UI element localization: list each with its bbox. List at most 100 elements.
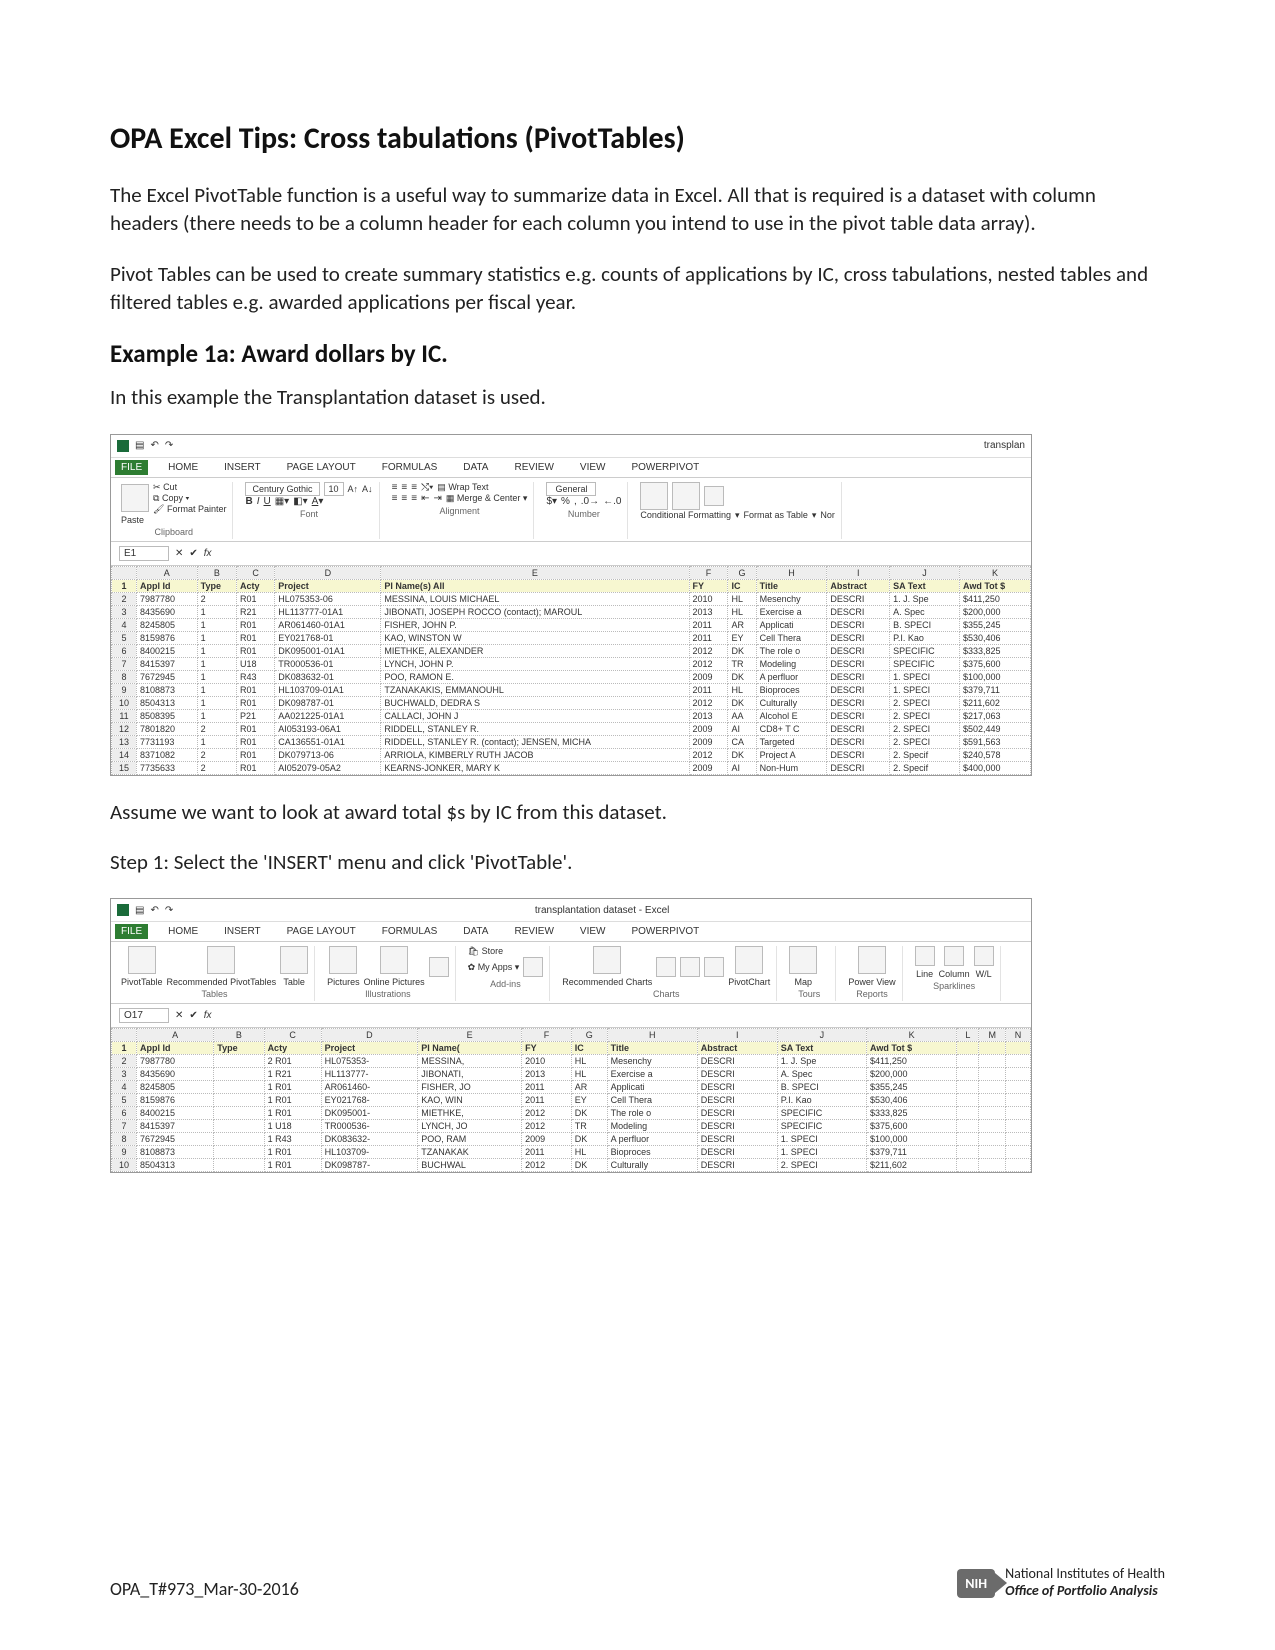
cell[interactable]: 8504313	[137, 1159, 214, 1172]
cell[interactable]: DK	[571, 1159, 607, 1172]
cell[interactable]: $379,711	[960, 683, 1031, 696]
col-header[interactable]: G	[728, 566, 756, 579]
cell[interactable]: AA021225-01A1	[275, 709, 381, 722]
table-icon[interactable]	[280, 946, 308, 974]
cell[interactable]: EY021768-01	[275, 631, 381, 644]
col-header[interactable]: E	[381, 566, 689, 579]
cell[interactable]	[214, 1107, 264, 1120]
cell[interactable]	[1006, 1159, 1031, 1172]
cell[interactable]: FISHER, JO	[418, 1081, 522, 1094]
cell[interactable]: TR000536-01	[275, 657, 381, 670]
row-number[interactable]: 3	[112, 1068, 137, 1081]
cell[interactable]	[214, 1133, 264, 1146]
cell[interactable]	[957, 1055, 979, 1068]
quick-save-icon[interactable]: ▤	[135, 440, 144, 451]
cell[interactable]	[979, 1120, 1006, 1133]
cell[interactable]: 1	[197, 644, 236, 657]
table-row[interactable]: 1483710822R01DK079713-06ARRIOLA, KIMBERL…	[112, 748, 1031, 761]
col-header[interactable]: I	[697, 1029, 777, 1042]
currency-icon[interactable]: $▾	[546, 496, 557, 507]
cell[interactable]: 2011	[522, 1094, 572, 1107]
cell[interactable]: DESCRI	[697, 1133, 777, 1146]
cell[interactable]	[214, 1159, 264, 1172]
cell[interactable]: DESCRI	[827, 592, 890, 605]
cell[interactable]: 1 R01	[264, 1081, 321, 1094]
cell[interactable]: HL	[728, 605, 756, 618]
cell[interactable]: Non-Hum	[756, 761, 827, 774]
align-bot-icon[interactable]: ≡	[411, 482, 417, 493]
row-number[interactable]: 14	[112, 748, 137, 761]
cell[interactable]: $375,600	[866, 1120, 956, 1133]
row-number[interactable]: 2	[112, 592, 137, 605]
row-number[interactable]: 3	[112, 605, 137, 618]
comma-icon[interactable]: ,	[574, 496, 577, 507]
cell[interactable]: SPECIFIC	[890, 644, 960, 657]
cell[interactable]: $240,578	[960, 748, 1031, 761]
fx-icon[interactable]: fx	[204, 1010, 212, 1021]
cell[interactable]: HL	[571, 1146, 607, 1159]
cell[interactable]	[1006, 1081, 1031, 1094]
cell[interactable]: DK	[728, 748, 756, 761]
cell[interactable]: 2009	[689, 670, 728, 683]
cell[interactable]: $411,250	[960, 592, 1031, 605]
cell[interactable]: 2009	[689, 722, 728, 735]
cell[interactable]: 2012	[522, 1159, 572, 1172]
cell[interactable]: DESCRI	[827, 748, 890, 761]
cell[interactable]: A perfluor	[607, 1133, 697, 1146]
cell[interactable]: JIBONATI,	[418, 1068, 522, 1081]
decrease-font-icon[interactable]: A↓	[362, 484, 373, 494]
row-number[interactable]: 12	[112, 722, 137, 735]
cell[interactable]: 8159876	[137, 631, 198, 644]
cell[interactable]	[957, 1107, 979, 1120]
cell[interactable]: 2. SPECI	[890, 735, 960, 748]
cell[interactable]: DK095001-01A1	[275, 644, 381, 657]
cell[interactable]: 8400215	[137, 644, 198, 657]
cell[interactable]: Cell Thera	[756, 631, 827, 644]
cell[interactable]: Modeling	[607, 1120, 697, 1133]
cell[interactable]: 2. SPECI	[890, 696, 960, 709]
cell[interactable]: 2010	[689, 592, 728, 605]
chart-pie-icon[interactable]	[704, 957, 724, 977]
ribbon-tab-home[interactable]: HOME	[162, 924, 204, 939]
ribbon-tab-formulas[interactable]: FORMULAS	[376, 924, 444, 939]
redo-icon[interactable]: ↷	[165, 440, 173, 451]
cell[interactable]: $530,406	[866, 1094, 956, 1107]
cell[interactable]: DK	[728, 696, 756, 709]
row-number[interactable]: 9	[112, 1146, 137, 1159]
pictures-icon[interactable]	[329, 946, 357, 974]
cell[interactable]: 2. SPECI	[890, 709, 960, 722]
cell[interactable]: $333,825	[960, 644, 1031, 657]
cell[interactable]: Alcohol E	[756, 709, 827, 722]
cell[interactable]: HL	[571, 1068, 607, 1081]
row-number[interactable]: 9	[112, 683, 137, 696]
quick-save-icon[interactable]: ▤	[135, 905, 144, 916]
cell[interactable]: POO, RAMON E.	[381, 670, 689, 683]
col-header[interactable]: D	[321, 1029, 418, 1042]
cell[interactable]: R01	[237, 631, 275, 644]
decrease-decimal-icon[interactable]: ←.0	[603, 496, 621, 507]
fill-color-icon[interactable]: ◧▾	[293, 496, 307, 507]
col-header[interactable]: L	[957, 1029, 979, 1042]
cell[interactable]: 8371082	[137, 748, 198, 761]
cell[interactable]: 2	[197, 761, 236, 774]
cell[interactable]: 8508395	[137, 709, 198, 722]
cell[interactable]: DESCRI	[697, 1159, 777, 1172]
row-number[interactable]: 5	[112, 1094, 137, 1107]
cell[interactable]: 2. SPECI	[890, 722, 960, 735]
italic-icon[interactable]: I	[257, 496, 260, 507]
cell[interactable]: B. SPECI	[890, 618, 960, 631]
cell[interactable]: DESCRI	[827, 670, 890, 683]
undo-icon[interactable]: ↶	[150, 440, 158, 451]
cell[interactable]: 1 R01	[264, 1094, 321, 1107]
cell[interactable]	[957, 1094, 979, 1107]
cut-icon[interactable]: ✂	[153, 482, 161, 492]
row-number[interactable]: 6	[112, 644, 137, 657]
cell[interactable]: P.I. Kao	[890, 631, 960, 644]
cell[interactable]: Bioproces	[756, 683, 827, 696]
name-box[interactable]: E1	[119, 546, 169, 561]
cell[interactable]: MESSINA,	[418, 1055, 522, 1068]
recommended-charts-icon[interactable]	[593, 946, 621, 974]
col-header[interactable]: J	[777, 1029, 866, 1042]
cell[interactable]	[979, 1146, 1006, 1159]
cell[interactable]: DK	[571, 1107, 607, 1120]
